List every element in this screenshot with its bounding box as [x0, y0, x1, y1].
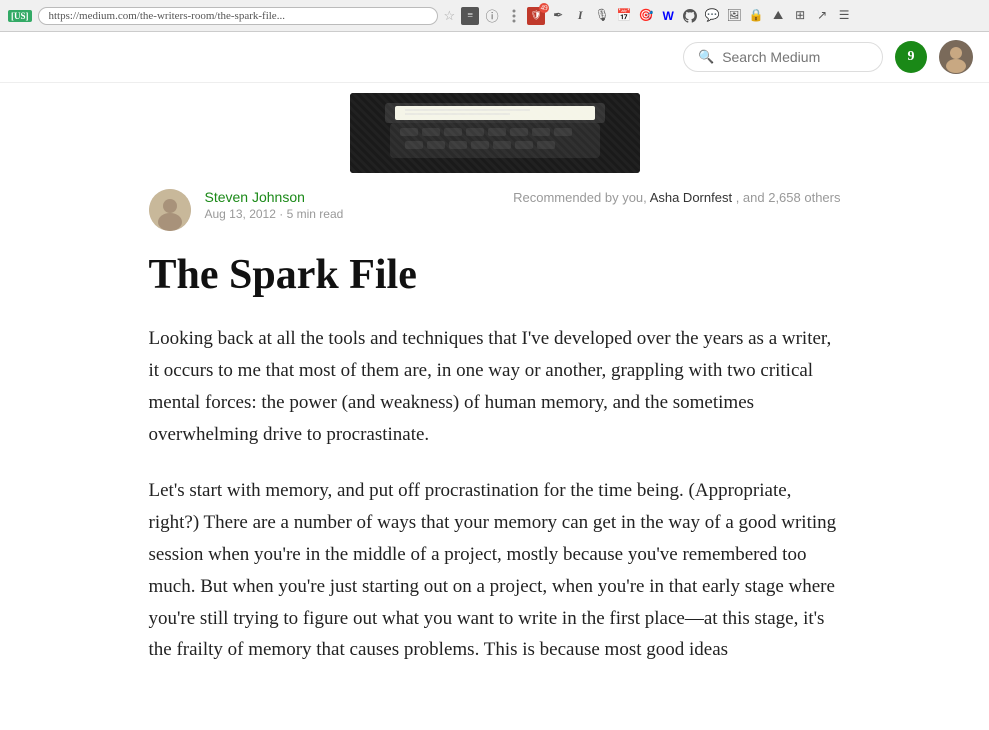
content-area: Steven Johnson Aug 13, 2012 · 5 min read…: [125, 189, 865, 730]
author-info: Steven Johnson Aug 13, 2012 · 5 min read: [205, 189, 500, 221]
italic-icon[interactable]: I: [571, 7, 589, 25]
dots-icon[interactable]: [505, 7, 523, 25]
author-name[interactable]: Steven Johnson: [205, 189, 500, 205]
author-row: Steven Johnson Aug 13, 2012 · 5 min read…: [149, 189, 841, 231]
info-icon[interactable]: ⓘ: [483, 7, 501, 25]
grid-icon[interactable]: ⊞: [791, 7, 809, 25]
rec-prefix: Recommended by you,: [513, 190, 647, 205]
menu-icon[interactable]: ☰: [835, 7, 853, 25]
search-box[interactable]: 🔍: [683, 42, 883, 72]
author-avatar[interactable]: [149, 189, 191, 231]
bookmark-icon[interactable]: ☆: [444, 8, 456, 24]
chat-icon[interactable]: 💬: [703, 7, 721, 25]
calendar-icon[interactable]: 📅: [615, 7, 633, 25]
hero-image: [350, 93, 640, 173]
target-icon[interactable]: 🎯: [637, 7, 655, 25]
ext-icon[interactable]: ↗: [813, 7, 831, 25]
stack-icon[interactable]: ≡: [461, 7, 479, 25]
article-paragraph-2: Let's start with memory, and put off pro…: [149, 475, 841, 666]
lock-icon[interactable]: 🔒: [747, 7, 765, 25]
W-icon[interactable]: W: [659, 7, 677, 25]
search-icon: 🔍: [698, 49, 714, 65]
article-paragraph-1: Looking back at all the tools and techni…: [149, 323, 841, 451]
browser-toolbar: ≡ ⓘ 🛡 49 ✒ I 🎙 📅 🎯 W 💬 🖼 🔒 ⛰ ⊞ ↗ ☰: [461, 7, 853, 25]
notification-count: 9: [908, 49, 915, 65]
github-icon[interactable]: [681, 7, 699, 25]
read-time: 5 min read: [287, 207, 344, 221]
user-avatar[interactable]: [939, 40, 973, 74]
date-separator: ·: [279, 207, 286, 221]
hero-svg: [350, 93, 640, 173]
rec-suffix: , and 2,658 others: [736, 190, 841, 205]
notification-button[interactable]: 9: [895, 41, 927, 73]
article-date: Aug 13, 2012: [205, 207, 276, 221]
url-text: https://medium.com/the-writers-room/the-…: [49, 10, 285, 22]
rec-name[interactable]: Asha Dornfest: [650, 190, 732, 205]
shield-badge-icon[interactable]: 🛡 49: [527, 7, 545, 25]
mountain-icon[interactable]: ⛰: [769, 7, 787, 25]
browser-url-bar[interactable]: https://medium.com/the-writers-room/the-…: [38, 7, 438, 25]
author-meta: Aug 13, 2012 · 5 min read: [205, 207, 500, 221]
browser-bar: [US] https://medium.com/the-writers-room…: [0, 0, 989, 32]
pen-icon[interactable]: ✒: [549, 7, 567, 25]
recommendation-text: Recommended by you, Asha Dornfest , and …: [513, 189, 840, 207]
hero-image-container: [0, 83, 989, 189]
top-nav: 🔍 9: [0, 32, 989, 83]
podcast-icon[interactable]: 🎙: [593, 7, 611, 25]
browser-flag: [US]: [8, 10, 32, 22]
article-title: The Spark File: [149, 251, 841, 299]
article-body: Looking back at all the tools and techni…: [149, 323, 841, 666]
image-icon[interactable]: 🖼: [725, 7, 743, 25]
search-input[interactable]: [722, 49, 868, 65]
